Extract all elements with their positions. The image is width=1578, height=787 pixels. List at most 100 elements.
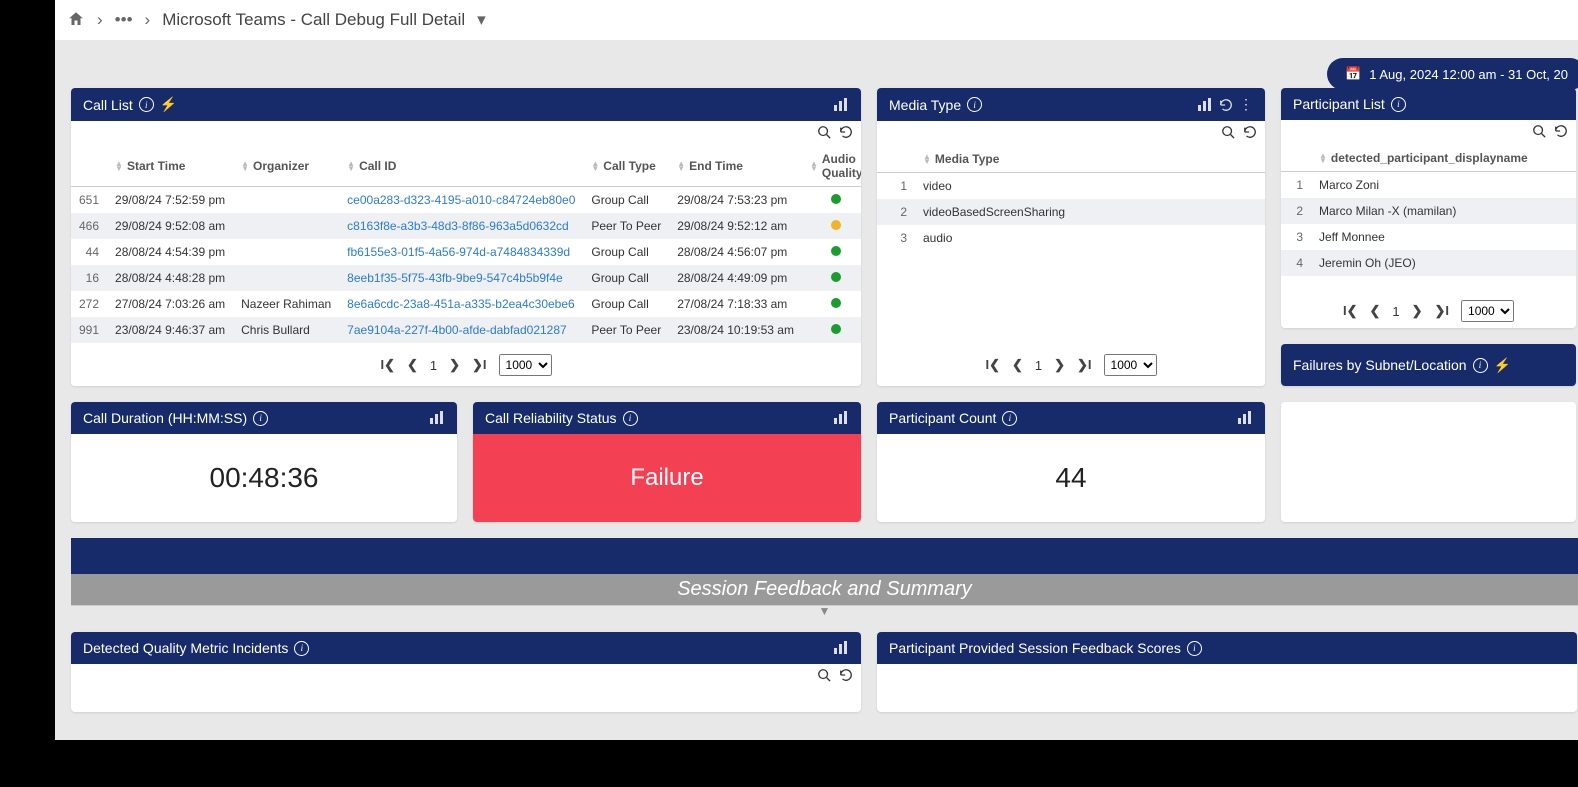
reliability-panel: Call Reliability Status i Failure <box>473 402 861 522</box>
panel-title: Call List <box>83 97 133 113</box>
col-call-type[interactable]: ▲▼Call Type <box>583 146 669 187</box>
section-banner <box>71 538 1578 574</box>
table-row[interactable]: 65129/08/24 7:52:59 pmce00a283-d323-4195… <box>71 187 861 214</box>
search-icon[interactable] <box>1532 124 1546 141</box>
chevron-right-icon: › <box>145 10 151 30</box>
bolt-icon[interactable]: ⚡ <box>1494 357 1511 374</box>
page-last[interactable]: ❯I <box>472 357 487 373</box>
panel-title: Media Type <box>889 97 961 113</box>
col-call-id[interactable]: ▲▼Call ID <box>339 146 583 187</box>
reliability-value: Failure <box>473 434 861 522</box>
bar-chart-icon[interactable] <box>1237 410 1253 426</box>
participant-count-panel: Participant Count i 44 <box>877 402 1265 522</box>
bar-chart-icon[interactable] <box>429 410 445 426</box>
bolt-icon[interactable]: ⚡ <box>160 96 177 113</box>
table-row[interactable]: 1video <box>877 173 1265 200</box>
failures-panel: Failures by Subnet/Location i ⚡ <box>1281 344 1576 386</box>
page-size-select[interactable]: 1000 <box>499 354 552 376</box>
home-icon[interactable] <box>67 10 85 31</box>
page-size-select[interactable]: 1000 <box>1461 300 1514 322</box>
col-displayname[interactable]: ▲▼detected_participant_displayname <box>1311 145 1576 172</box>
page-next[interactable]: ❯ <box>1412 303 1423 319</box>
page-prev[interactable]: ❮ <box>407 357 418 373</box>
call-list-table: ▲▼Start Time ▲▼Organizer ▲▼Call ID ▲▼Cal… <box>71 146 861 343</box>
col-end-time[interactable]: ▲▼End Time <box>669 146 802 187</box>
table-row[interactable]: 1628/08/24 4:48:28 pm8eeb1f35-5f75-43fb-… <box>71 265 861 291</box>
page-size-select[interactable]: 1000 <box>1104 354 1157 376</box>
quality-dot <box>831 246 841 256</box>
collapse-arrow-icon[interactable]: ▼ <box>71 606 1578 616</box>
table-row[interactable]: 3audio <box>877 225 1265 251</box>
panel-title: Call Reliability Status <box>485 410 617 426</box>
feedback-scores-panel: Participant Provided Session Feedback Sc… <box>877 632 1577 712</box>
page-number: 1 <box>1035 358 1042 373</box>
info-icon[interactable]: i <box>253 411 268 426</box>
participant-list-panel: Participant List i ▲▼detected_participan… <box>1281 88 1576 328</box>
refresh-icon[interactable] <box>839 668 853 685</box>
pager: I❮ ❮ 1 ❯ ❯I 1000 <box>1281 294 1576 328</box>
refresh-icon[interactable] <box>1554 124 1568 141</box>
table-row[interactable]: 4428/08/24 4:54:39 pmfb6155e3-01f5-4a56-… <box>71 239 861 265</box>
quality-dot <box>831 324 841 334</box>
page-prev[interactable]: ❮ <box>1012 357 1023 373</box>
search-icon[interactable] <box>817 668 831 685</box>
table-row[interactable]: 3Jeff Monnee <box>1281 224 1576 250</box>
page-next[interactable]: ❯ <box>1054 357 1065 373</box>
quality-dot <box>831 298 841 308</box>
refresh-icon[interactable] <box>1243 125 1257 142</box>
page-first[interactable]: I❮ <box>985 357 1000 373</box>
col-audio-quality[interactable]: ▲▼Audio Quality <box>802 146 861 187</box>
info-icon[interactable]: i <box>1002 411 1017 426</box>
info-icon[interactable]: i <box>1391 97 1406 112</box>
table-row[interactable]: 4Jeremin Oh (JEO) <box>1281 250 1576 276</box>
quality-dot <box>831 272 841 282</box>
media-type-table: ▲▼Media Type 1video2videoBasedScreenShar… <box>877 146 1265 251</box>
col-media-type[interactable]: ▲▼Media Type <box>915 146 1265 173</box>
media-type-panel: Media Type i ⋮ ▲▼Media Type <box>877 88 1265 386</box>
dropdown-caret-icon[interactable]: ▾ <box>477 10 486 30</box>
table-row[interactable]: 99123/08/24 9:46:37 amChris Bullard7ae91… <box>71 317 861 343</box>
quality-dot <box>831 220 841 230</box>
search-icon[interactable] <box>817 125 831 142</box>
page-first[interactable]: I❮ <box>1343 303 1358 319</box>
blank-panel <box>1281 402 1576 522</box>
bar-chart-icon[interactable] <box>833 640 849 656</box>
col-start-time[interactable]: ▲▼Start Time <box>107 146 233 187</box>
info-icon[interactable]: i <box>139 97 154 112</box>
duration-value: 00:48:36 <box>71 434 457 522</box>
calendar-icon: 📅 <box>1345 66 1361 82</box>
session-feedback-header: Session Feedback and Summary <box>71 574 1578 606</box>
panel-title: Detected Quality Metric Incidents <box>83 640 288 656</box>
page-first[interactable]: I❮ <box>380 357 395 373</box>
table-row[interactable]: 27227/08/24 7:03:26 amNazeer Rahiman8e6a… <box>71 291 861 317</box>
breadcrumb-dots[interactable]: ••• <box>115 10 133 30</box>
bar-chart-icon[interactable] <box>833 97 849 113</box>
page-prev[interactable]: ❮ <box>1369 303 1380 319</box>
table-row[interactable]: 2Marco Milan -X (mamilan) <box>1281 198 1576 224</box>
info-icon[interactable]: i <box>1187 641 1202 656</box>
page-number: 1 <box>430 358 437 373</box>
info-icon[interactable]: i <box>623 411 638 426</box>
page-next[interactable]: ❯ <box>449 357 460 373</box>
col-organizer[interactable]: ▲▼Organizer <box>233 146 339 187</box>
info-icon[interactable]: i <box>294 641 309 656</box>
refresh-icon[interactable] <box>1219 98 1233 112</box>
page-last[interactable]: ❯I <box>1435 303 1450 319</box>
call-duration-panel: Call Duration (HH:MM:SS) i 00:48:36 <box>71 402 457 522</box>
table-row[interactable]: 46629/08/24 9:52:08 amc8163f8e-a3b3-48d3… <box>71 213 861 239</box>
search-icon[interactable] <box>1221 125 1235 142</box>
pager: I❮ ❮ 1 ❯ ❯I 1000 <box>71 344 861 386</box>
table-row[interactable]: 1Marco Zoni <box>1281 172 1576 199</box>
breadcrumb: › ••• › Microsoft Teams - Call Debug Ful… <box>55 0 1578 40</box>
refresh-icon[interactable] <box>839 125 853 142</box>
bar-chart-icon[interactable] <box>833 410 849 426</box>
page-last[interactable]: ❯I <box>1077 357 1092 373</box>
info-icon[interactable]: i <box>967 97 982 112</box>
bar-chart-icon[interactable] <box>1197 97 1213 113</box>
more-icon[interactable]: ⋮ <box>1239 96 1253 113</box>
info-icon[interactable]: i <box>1473 358 1488 373</box>
table-row[interactable]: 2videoBasedScreenSharing <box>877 199 1265 225</box>
page-title[interactable]: Microsoft Teams - Call Debug Full Detail <box>162 10 465 30</box>
date-range-selector[interactable]: 📅 1 Aug, 2024 12:00 am - 31 Oct, 20 <box>1327 58 1578 90</box>
panel-title: Participant List <box>1293 96 1385 112</box>
